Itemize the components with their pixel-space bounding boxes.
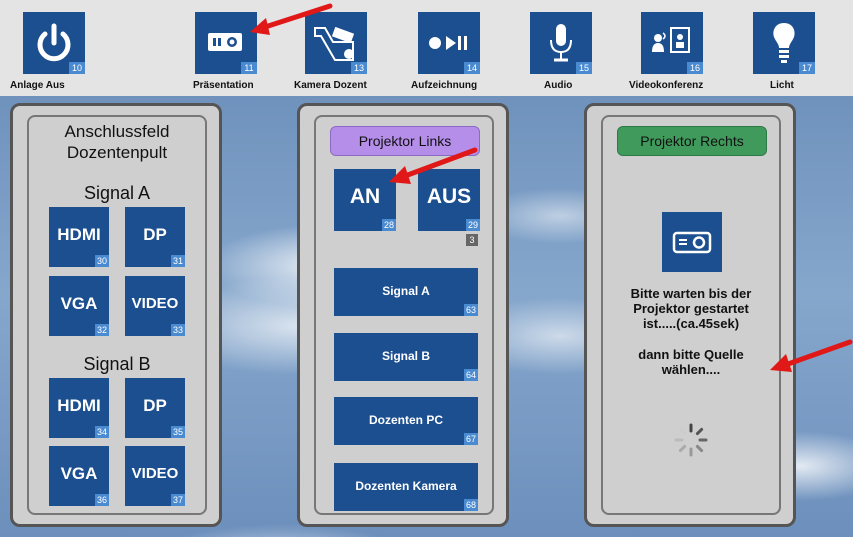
light-button[interactable]: 17 [753,12,815,74]
recording-button[interactable]: 14 [418,12,480,74]
source-dozenten-pc-button[interactable]: Dozenten PC 67 [334,397,478,445]
wait-message-line2: Projektor gestartet [633,301,749,316]
videoconference-button[interactable]: 16 [641,12,703,74]
projector-status-tile [662,212,722,272]
button-number: 33 [171,324,185,336]
button-number: 35 [171,426,185,438]
signal-b-hdmi-button[interactable]: HDMI 34 [49,378,109,438]
projector-icon [672,231,712,254]
button-number: 28 [382,219,396,231]
presentation-label: Präsentation [193,80,254,91]
button-label: VGA [60,294,98,313]
signal-b-dp-button[interactable]: DP 35 [125,378,185,438]
panel-title-line2: Dozentenpult [66,143,168,162]
button-label: Dozenten Kamera [355,479,457,493]
top-bar: 10 Anlage Aus 11 Präsentation 13 Kamera … [0,0,853,96]
projector-left-frame: Projektor Links AN 28 AUS 29 3 Signal A … [314,115,494,515]
camera-lecturer-label: Kamera Dozent [294,80,367,91]
button-label: DP [143,225,167,244]
button-label: Dozenten PC [368,413,443,427]
source-signal-b-button[interactable]: Signal B 64 [334,333,478,381]
button-number: 67 [464,433,478,445]
button-label: HDMI [57,225,101,244]
projector-right-header: Projektor Rechts [617,126,767,156]
button-number: 14 [464,62,480,74]
button-number: 13 [351,62,367,74]
light-label: Licht [770,80,794,91]
button-number: 34 [95,426,109,438]
button-label: VIDEO [131,295,179,312]
panel-title-line1: Anschlussfeld [64,122,170,141]
button-number: 15 [576,62,592,74]
audio-button[interactable]: 15 [530,12,592,74]
button-label: VIDEO [131,465,179,482]
left-panel: Anschlussfeld Dozentenpult Signal A HDMI… [10,103,222,527]
signal-a-vga-button[interactable]: VGA 32 [49,276,109,336]
button-number: 30 [95,255,109,267]
wait-message: Bitte warten bis der Projektor gestartet… [603,286,779,377]
signal-a-label: Signal A [83,183,151,203]
button-label: AN [349,185,381,208]
signal-b-label: Signal B [83,354,151,374]
middle-panel: Projektor Links AN 28 AUS 29 3 Signal A … [297,103,509,527]
button-label: AUS [426,185,472,208]
signal-b-vga-button[interactable]: VGA 36 [49,446,109,506]
projector-left-on-button[interactable]: AN 28 [334,169,396,231]
button-label: Signal A [382,284,430,298]
button-label: Signal B [381,349,430,363]
button-number: 64 [464,369,478,381]
connection-panel-frame: Anschlussfeld Dozentenpult Signal A HDMI… [27,115,207,515]
button-number: 36 [95,494,109,506]
camera-lecturer-button[interactable]: 13 [305,12,367,74]
wait-message-line4: dann bitte Quelle [638,347,744,362]
button-number: 32 [95,324,109,336]
power-off-label: Anlage Aus [10,80,65,91]
signal-a-hdmi-button[interactable]: HDMI 30 [49,207,109,267]
button-number: 17 [799,62,815,74]
button-number: 31 [171,255,185,267]
projector-right-frame: Projektor Rechts Bitte warten bis der Pr… [601,115,781,515]
source-signal-a-button[interactable]: Signal A 63 [334,268,478,316]
button-number: 29 [466,219,480,231]
wait-message-line3: ist.....(ca.45sek) [642,316,740,331]
signal-a-video-button[interactable]: VIDEO 33 [125,276,185,336]
projector-left-header: Projektor Links [330,126,480,156]
button-label: HDMI [57,396,101,415]
button-label: DP [143,396,167,415]
button-number: 37 [171,494,185,506]
signal-b-video-button[interactable]: VIDEO 37 [125,446,185,506]
power-off-button[interactable]: 10 [23,12,85,74]
videoconference-label: Videokonferenz [629,80,704,91]
signal-a-dp-button[interactable]: DP 31 [125,207,185,267]
status-number: 3 [466,234,478,246]
button-number: 63 [464,304,478,316]
right-panel: Projektor Rechts Bitte warten bis der Pr… [584,103,796,527]
button-number: 68 [464,499,478,511]
button-number: 16 [687,62,703,74]
audio-label: Audio [544,80,573,91]
source-dozenten-kamera-button[interactable]: Dozenten Kamera 68 [334,463,478,511]
wait-message-line5: wählen.... [661,362,721,377]
presentation-button[interactable]: 11 [195,12,257,74]
button-number: 11 [241,62,257,74]
projector-left-off-button[interactable]: AUS 29 [418,169,480,231]
loading-spinner-icon [674,423,708,457]
button-number: 10 [69,62,85,74]
wait-message-line1: Bitte warten bis der [630,286,752,301]
recording-label: Aufzeichnung [411,80,478,91]
button-label: VGA [60,464,98,483]
